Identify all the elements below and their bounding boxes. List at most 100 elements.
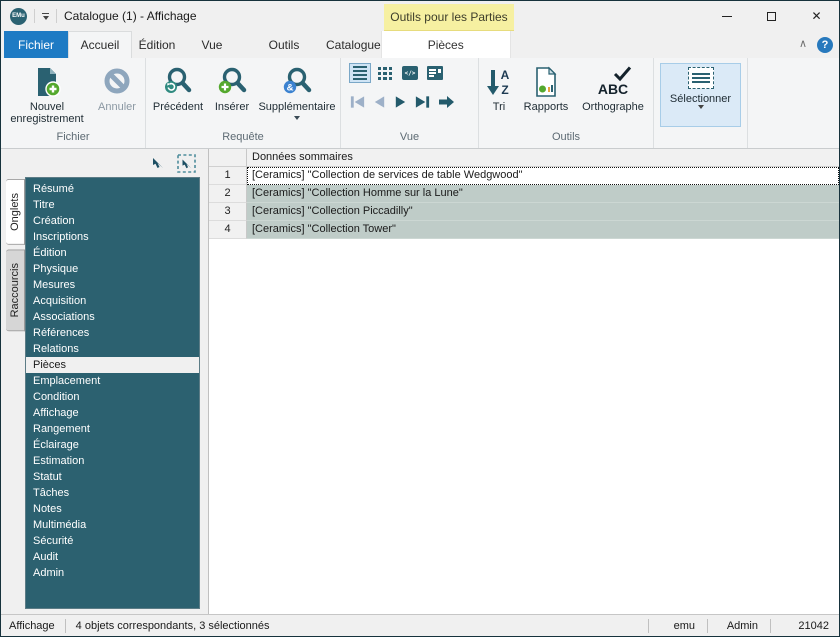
sidebar-item[interactable]: Édition bbox=[26, 245, 199, 261]
ribbon-group-fichier: Nouvel enregistrement Annuler Fichier bbox=[1, 58, 146, 148]
next-record-icon[interactable] bbox=[393, 94, 408, 110]
reports-button[interactable]: Rapports bbox=[517, 61, 575, 129]
ribbon-group-vue: </> bbox=[341, 58, 479, 148]
reports-icon bbox=[530, 63, 562, 101]
svg-text:A: A bbox=[501, 68, 510, 82]
additional-query-button[interactable]: & Supplémentaire bbox=[256, 61, 338, 129]
app-logo-icon[interactable]: EMu bbox=[10, 8, 27, 25]
ribbon-tab[interactable]: Vue bbox=[182, 31, 242, 58]
group-label-fichier: Fichier bbox=[3, 131, 143, 148]
help-button[interactable]: ? bbox=[817, 37, 833, 53]
row-number[interactable]: 4 bbox=[209, 221, 247, 239]
previous-query-button[interactable]: Précédent bbox=[148, 61, 208, 129]
sidebar-item[interactable]: Multimédia bbox=[26, 517, 199, 533]
list-view-icon bbox=[353, 66, 367, 80]
sidebar-item[interactable]: Admin bbox=[26, 565, 199, 581]
sidebar-item[interactable]: Tâches bbox=[26, 485, 199, 501]
row-summary[interactable]: [Ceramics] "Collection de services de ta… bbox=[247, 167, 839, 185]
ribbon-group-pieces: Sélectionner bbox=[654, 58, 748, 148]
sidebar-item[interactable]: Sécurité bbox=[26, 533, 199, 549]
sidebar-item[interactable]: Mesures bbox=[26, 277, 199, 293]
maximize-button[interactable] bbox=[749, 1, 794, 31]
table-row[interactable]: 4 [Ceramics] "Collection Tower" bbox=[209, 221, 839, 239]
sidebar-item[interactable]: Relations bbox=[26, 341, 199, 357]
undo-label: Annuler bbox=[98, 101, 136, 113]
pointer-icon bbox=[150, 155, 166, 171]
undo-icon bbox=[101, 63, 133, 101]
ribbon-tabs-row: FichierAccueilÉditionVueOutilsCatalogueP… bbox=[1, 31, 839, 58]
previous-query-icon bbox=[162, 63, 194, 101]
row-number[interactable]: 2 bbox=[209, 185, 247, 203]
column-header[interactable]: Données sommaires bbox=[247, 149, 839, 166]
sidebar-item[interactable]: Éclairage bbox=[26, 437, 199, 453]
row-summary[interactable]: [Ceramics] "Collection Piccadilly" bbox=[247, 203, 839, 221]
quick-access-dropdown-icon[interactable] bbox=[42, 13, 49, 20]
sidebar-item[interactable]: Création bbox=[26, 213, 199, 229]
sidebar-item[interactable]: Acquisition bbox=[26, 293, 199, 309]
table-row[interactable]: 1 [Ceramics] "Collection de services de … bbox=[209, 167, 839, 185]
row-number[interactable]: 3 bbox=[209, 203, 247, 221]
row-summary[interactable]: [Ceramics] "Collection Homme sur la Lune… bbox=[247, 185, 839, 203]
details-view-button[interactable] bbox=[424, 63, 446, 83]
sidebar-pane: Onglets Raccourcis RésuméTitreCréationIns… bbox=[1, 149, 206, 614]
sidebar-item[interactable]: Pièces bbox=[26, 357, 199, 373]
ribbon-tab[interactable]: Outils bbox=[242, 31, 326, 58]
select-mode-icon bbox=[177, 154, 196, 173]
select-button[interactable]: Sélectionner bbox=[660, 63, 741, 127]
table-row[interactable]: 3 [Ceramics] "Collection Piccadilly" bbox=[209, 203, 839, 221]
sidebar-item[interactable]: Affichage bbox=[26, 405, 199, 421]
sidebar-item[interactable]: Estimation bbox=[26, 453, 199, 469]
results-table: Données sommaires 1 [Ceramics] "Collecti… bbox=[208, 149, 839, 614]
list-view-button[interactable] bbox=[349, 63, 371, 83]
titlebar: EMu Catalogue (1) - Affichage Outils pou… bbox=[1, 1, 839, 31]
sidebar-item[interactable]: Références bbox=[26, 325, 199, 341]
first-record-icon[interactable] bbox=[349, 94, 366, 110]
spelling-button[interactable]: ABC Orthographe bbox=[575, 61, 651, 129]
status-bar: Affichage 4 objets correspondants, 3 sél… bbox=[1, 614, 839, 636]
row-number[interactable]: 1 bbox=[209, 167, 247, 185]
code-view-button[interactable]: </> bbox=[399, 63, 421, 83]
ribbon-tab[interactable]: Pièces bbox=[381, 31, 511, 58]
ribbon-tab[interactable]: Édition bbox=[132, 31, 182, 58]
sidebar-item[interactable]: Inscriptions bbox=[26, 229, 199, 245]
last-record-icon[interactable] bbox=[414, 94, 431, 110]
row-summary[interactable]: [Ceramics] "Collection Tower" bbox=[247, 221, 839, 239]
collapse-ribbon-icon[interactable]: ∧ bbox=[799, 37, 807, 50]
ribbon-tab[interactable]: Fichier bbox=[4, 31, 68, 58]
code-view-icon: </> bbox=[402, 66, 418, 80]
ribbon-tab[interactable]: Catalogue bbox=[326, 31, 381, 58]
new-record-button[interactable]: Nouvel enregistrement bbox=[3, 61, 91, 129]
sidebar-item[interactable]: Emplacement bbox=[26, 373, 199, 389]
sidebar-item[interactable]: Physique bbox=[26, 261, 199, 277]
minimize-button[interactable] bbox=[704, 1, 749, 31]
window-title: Catalogue (1) - Affichage bbox=[64, 9, 197, 23]
ribbon: Nouvel enregistrement Annuler Fichier bbox=[1, 58, 839, 149]
reports-label: Rapports bbox=[524, 101, 569, 113]
grid-view-button[interactable] bbox=[374, 63, 396, 83]
select-label: Sélectionner bbox=[670, 93, 731, 105]
sidebar-item[interactable]: Condition bbox=[26, 389, 199, 405]
sidebar-item[interactable]: Associations bbox=[26, 309, 199, 325]
ribbon-tab[interactable]: Accueil bbox=[68, 31, 132, 58]
sort-button[interactable]: A Z Tri bbox=[481, 61, 517, 129]
sidebar-item[interactable]: Notes bbox=[26, 501, 199, 517]
titlebar-separator bbox=[34, 9, 35, 23]
status-user: Admin bbox=[708, 620, 770, 632]
sidebar-item[interactable]: Titre bbox=[26, 197, 199, 213]
sidebar-item[interactable]: Audit bbox=[26, 549, 199, 565]
sort-icon: A Z bbox=[484, 63, 514, 101]
pointer-button[interactable] bbox=[148, 153, 168, 173]
previous-record-icon[interactable] bbox=[372, 94, 387, 110]
sidebar-item[interactable]: Statut bbox=[26, 469, 199, 485]
insert-button[interactable]: Insérer bbox=[208, 61, 256, 129]
sidebar-tab[interactable]: Onglets bbox=[6, 179, 25, 245]
select-mode-button[interactable] bbox=[176, 153, 196, 173]
sidebar-item[interactable]: Résumé bbox=[26, 181, 199, 197]
sidebar-item[interactable]: Rangement bbox=[26, 421, 199, 437]
table-row[interactable]: 2 [Ceramics] "Collection Homme sur la Lu… bbox=[209, 185, 839, 203]
goto-record-icon[interactable] bbox=[437, 94, 455, 110]
undo-button[interactable]: Annuler bbox=[91, 61, 143, 129]
select-icon bbox=[688, 67, 714, 89]
sidebar-tab[interactable]: Raccourcis bbox=[6, 249, 25, 331]
close-button[interactable]: ✕ bbox=[794, 1, 839, 31]
